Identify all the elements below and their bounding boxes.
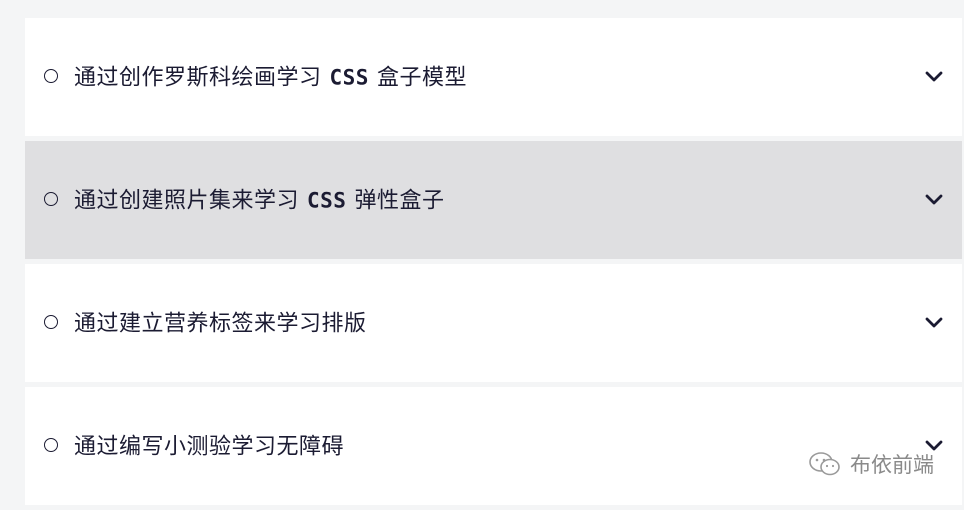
course-title: 通过建立营养标签来学习排版 — [74, 306, 367, 338]
course-list: 通过创作罗斯科绘画学习CSS盒子模型 通过创建照片集来学习CSS弹性盒子 通过建… — [25, 18, 962, 510]
course-item-flexbox[interactable]: 通过创建照片集来学习CSS弹性盒子 — [25, 141, 962, 259]
course-item-typography[interactable]: 通过建立营养标签来学习排版 — [25, 264, 962, 382]
status-circle-icon — [44, 315, 58, 329]
watermark-text: 布依前端 — [850, 449, 934, 479]
chevron-down-icon[interactable] — [924, 190, 944, 210]
course-title: 通过创建照片集来学习CSS弹性盒子 — [74, 183, 444, 215]
course-item-box-model[interactable]: 通过创作罗斯科绘画学习CSS盒子模型 — [25, 18, 962, 136]
status-circle-icon — [44, 192, 58, 206]
course-title: 通过编写小测验学习无障碍 — [74, 429, 344, 461]
watermark: 布依前端 — [808, 449, 934, 479]
status-circle-icon — [44, 69, 58, 83]
status-circle-icon — [44, 438, 58, 452]
chevron-down-icon[interactable] — [924, 67, 944, 87]
chevron-down-icon[interactable] — [924, 313, 944, 333]
wechat-icon — [808, 451, 842, 477]
course-item-accessibility[interactable]: 通过编写小测验学习无障碍 — [25, 387, 962, 505]
course-title: 通过创作罗斯科绘画学习CSS盒子模型 — [74, 60, 467, 92]
